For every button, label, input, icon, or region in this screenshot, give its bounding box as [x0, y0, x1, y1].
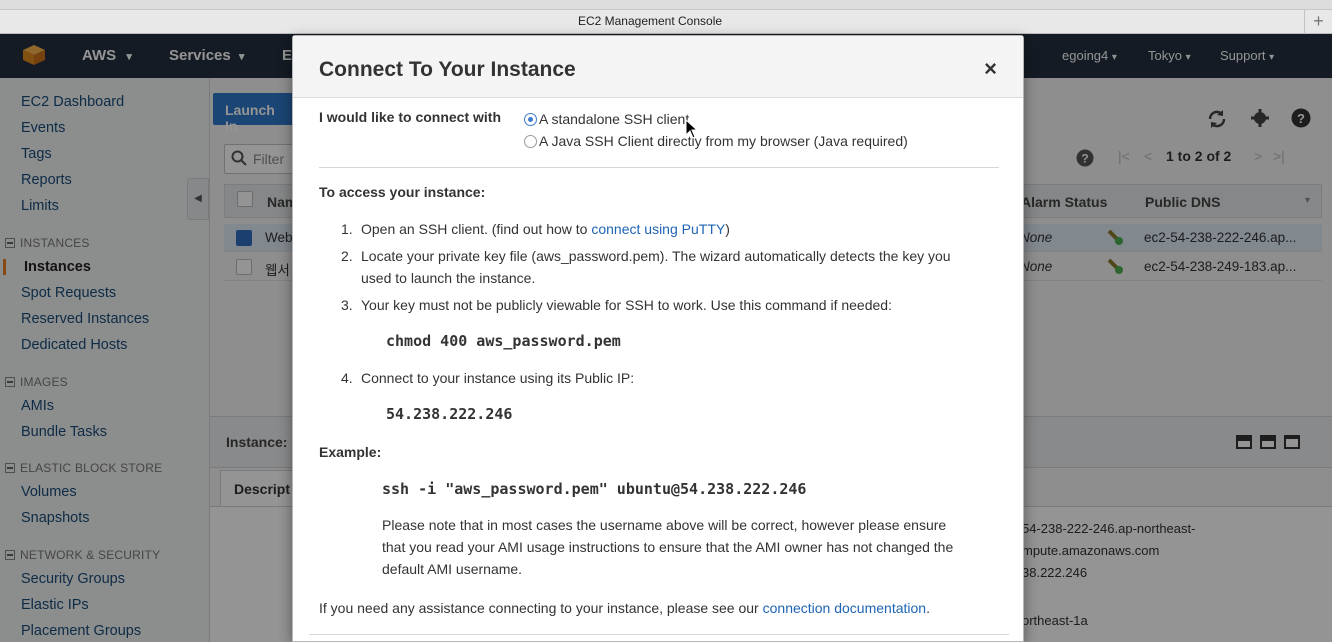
browser-toolbar [0, 0, 1332, 10]
divider [309, 634, 1009, 635]
browser-tab-bar: EC2 Management Console + [0, 10, 1332, 34]
option-java-ssh-label[interactable]: A Java SSH Client directly from my brows… [539, 133, 908, 149]
connection-documentation-link[interactable]: connection documentation [763, 600, 926, 616]
mouse-cursor-icon [685, 119, 699, 139]
dialog-title: Connect To Your Instance [319, 58, 576, 81]
radio-java-ssh-client[interactable] [524, 135, 537, 148]
note-line-3: default AMI username. [382, 561, 523, 577]
chmod-command[interactable]: chmod 400 aws_password.pem [386, 332, 621, 350]
public-ip[interactable]: 54.238.222.246 [386, 405, 512, 423]
step-2-line-1: Locate your private key file (aws_passwo… [361, 248, 951, 264]
note-line-1: Please note that in most cases the usern… [382, 517, 947, 533]
step-3: Your key must not be publicly viewable f… [361, 297, 892, 313]
connect-instance-dialog: Connect To Your Instance × I would like … [292, 35, 1024, 642]
step-number: 3. [341, 297, 353, 313]
close-icon[interactable]: × [984, 58, 997, 80]
note-line-2: that you read your AMI usage instruction… [382, 539, 954, 555]
connect-with-label: I would like to connect with [319, 109, 502, 125]
dialog-header: Connect To Your Instance × [293, 36, 1023, 98]
step-1: Open an SSH client. (find out how to con… [361, 221, 730, 237]
divider [319, 167, 999, 168]
connect-using-putty-link[interactable]: connect using PuTTY [591, 221, 725, 237]
option-ssh-client-label[interactable]: A standalone SSH client [539, 111, 689, 127]
step-number: 1. [341, 221, 353, 237]
step-4: Connect to your instance using its Publi… [361, 370, 635, 386]
step-number: 4. [341, 370, 353, 386]
step-number: 2. [341, 248, 353, 264]
step-2-line-2: used to launch the instance. [361, 270, 536, 286]
radio-ssh-client[interactable] [524, 113, 537, 126]
help-text: If you need any assistance connecting to… [319, 600, 930, 616]
access-heading: To access your instance: [319, 184, 486, 200]
example-heading: Example: [319, 444, 382, 460]
ssh-command[interactable]: ssh -i "aws_password.pem" ubuntu@54.238.… [382, 480, 806, 498]
browser-tab-title[interactable]: EC2 Management Console [0, 14, 1300, 28]
new-tab-button[interactable]: + [1304, 10, 1332, 34]
